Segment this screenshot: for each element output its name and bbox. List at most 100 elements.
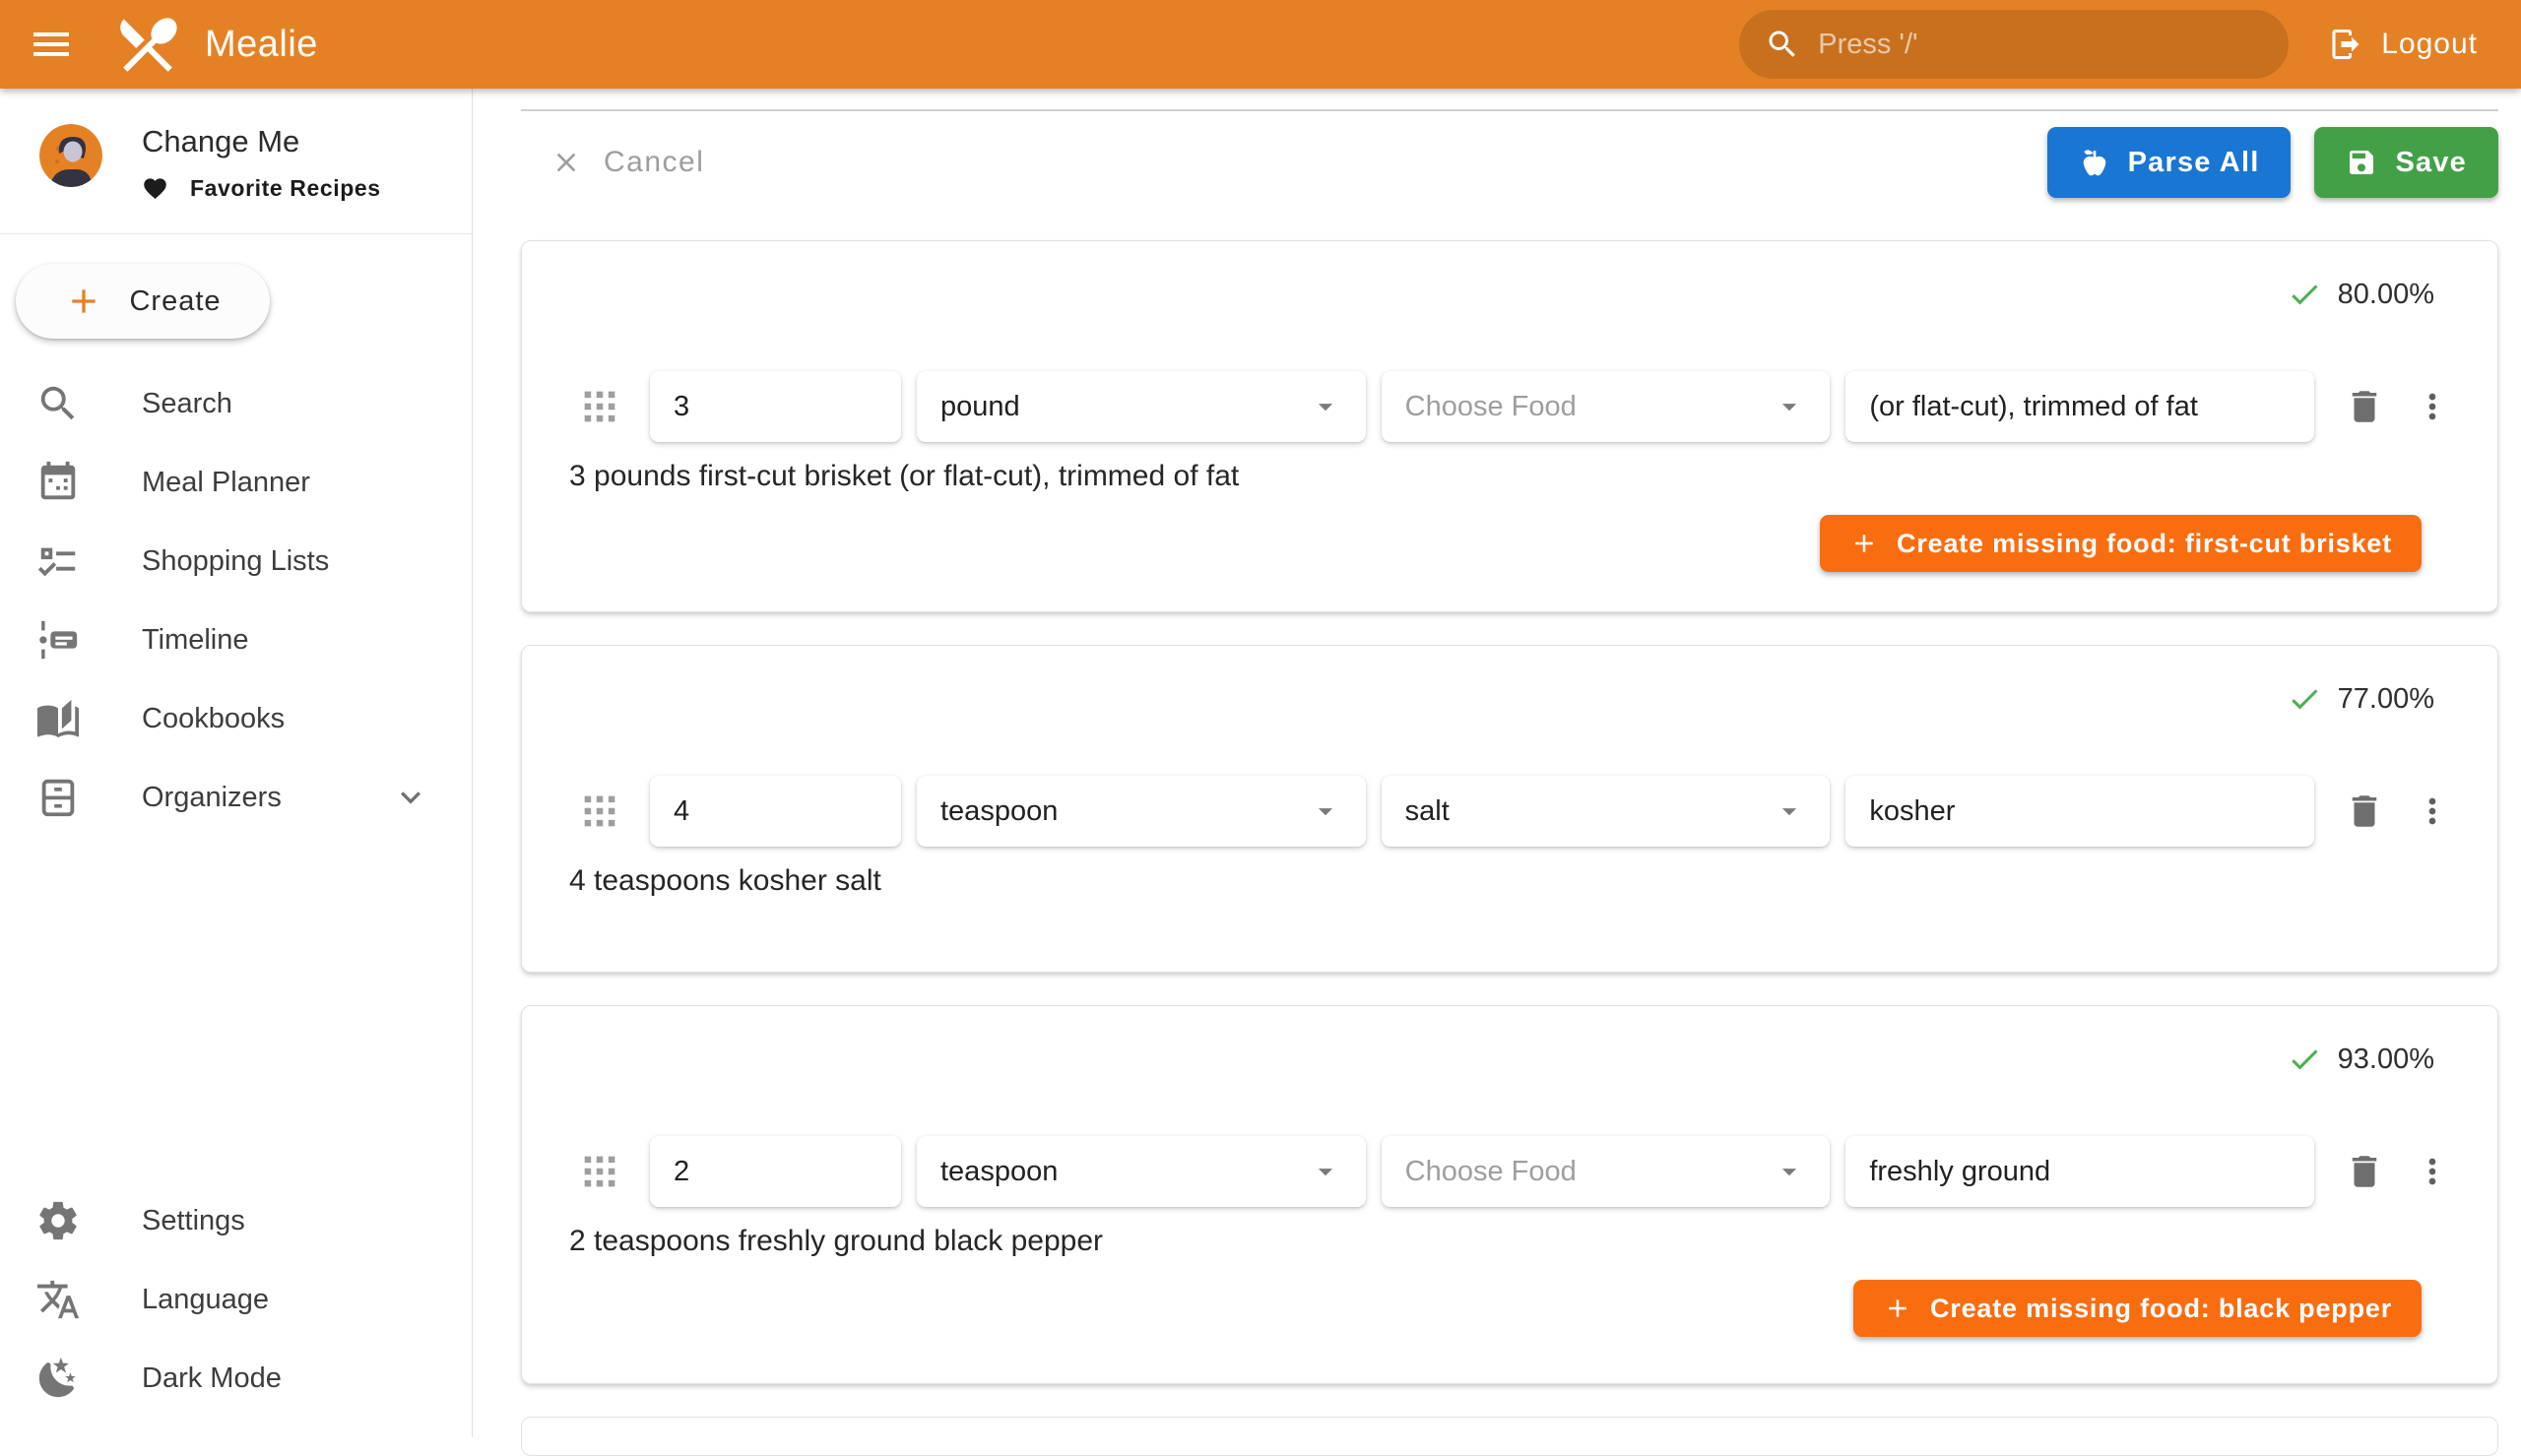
kebab-menu-icon[interactable] [2413, 791, 2452, 831]
close-icon [550, 147, 582, 178]
app-title: Mealie [205, 24, 318, 66]
menu-down-icon [1773, 390, 1806, 423]
ingredient-input-row: teaspoon salt [577, 776, 2452, 847]
quantity-input[interactable] [650, 776, 901, 847]
top-app-bar: Mealie Logout [0, 0, 2521, 89]
cancel-button[interactable]: Cancel [550, 146, 704, 179]
confidence-value: 93.00% [2338, 1044, 2434, 1076]
plus-icon [1883, 1294, 1912, 1323]
delete-icon[interactable] [2344, 791, 2385, 832]
quantity-input[interactable] [650, 371, 901, 442]
sidebar-item-meal-planner[interactable]: Meal Planner [0, 443, 472, 522]
check-icon [2287, 1042, 2322, 1077]
ingredient-list: 80.00% pound Choose Food [521, 240, 2498, 1456]
sidebar-item-cookbooks[interactable]: Cookbooks [0, 679, 472, 758]
book-open-icon [35, 696, 81, 741]
kebab-menu-icon[interactable] [2413, 387, 2452, 426]
global-search[interactable] [1739, 10, 2289, 79]
sidebar-item-label: Language [142, 1284, 269, 1316]
timeline-icon [35, 617, 81, 663]
create-missing-food-button[interactable]: Create missing food: first-cut brisket [1820, 515, 2422, 572]
unit-select[interactable]: teaspoon [917, 776, 1366, 847]
confidence-value: 77.00% [2338, 683, 2434, 716]
menu-down-icon [1773, 794, 1806, 828]
plus-icon [64, 282, 103, 321]
ingredient-input-row: teaspoon Choose Food [577, 1136, 2452, 1207]
unit-select[interactable]: teaspoon [917, 1136, 1366, 1207]
create-missing-food-label: Create missing food: first-cut brisket [1897, 529, 2392, 559]
checklist-icon [35, 538, 81, 584]
sidebar-footer: Settings Language Dark Mode [0, 1181, 472, 1437]
sidebar-item-shopping-lists[interactable]: Shopping Lists [0, 522, 472, 601]
logout-button[interactable]: Logout [2328, 27, 2478, 62]
sidebar-item-dark-mode[interactable]: Dark Mode [0, 1339, 472, 1418]
kebab-menu-icon[interactable] [2413, 1152, 2452, 1191]
main-content: Cancel Parse All Save 80.00% [474, 89, 2521, 1437]
save-icon [2346, 147, 2377, 178]
check-icon [2287, 681, 2322, 717]
sidebar-item-label: Shopping Lists [142, 545, 329, 578]
avatar[interactable] [39, 124, 102, 187]
food-placeholder: Choose Food [1405, 1156, 1577, 1188]
user-name: Change Me [142, 124, 381, 159]
sidebar-item-organizers[interactable]: Organizers [0, 758, 472, 837]
unit-value: teaspoon [940, 795, 1058, 828]
unit-select[interactable]: pound [917, 371, 1366, 442]
delete-icon[interactable] [2344, 1151, 2385, 1192]
drawer-icon [35, 775, 81, 820]
scrolled-card-edge [521, 109, 2498, 111]
sidebar-item-label: Settings [142, 1205, 245, 1237]
food-select[interactable]: Choose Food [1382, 371, 1831, 442]
ingredient-card: 93.00% teaspoon Choose Food [521, 1005, 2498, 1384]
confidence-indicator: 80.00% [2287, 277, 2434, 312]
profile-section: Change Me Favorite Recipes [0, 89, 472, 234]
plus-icon [1849, 529, 1879, 558]
create-button[interactable]: Create [16, 264, 270, 339]
mealie-logo-icon[interactable] [112, 9, 183, 80]
sidebar-item-language[interactable]: Language [0, 1260, 472, 1339]
sidebar-item-search[interactable]: Search [0, 364, 472, 443]
note-input[interactable] [1845, 371, 2314, 442]
menu-down-icon [1773, 1155, 1806, 1188]
sidebar-item-label: Search [142, 388, 232, 420]
confidence-indicator: 93.00% [2287, 1042, 2434, 1077]
cancel-label: Cancel [604, 146, 704, 179]
heart-icon [142, 175, 168, 202]
drag-handle-icon[interactable] [577, 1149, 622, 1194]
menu-down-icon [1309, 1155, 1342, 1188]
favorite-recipes-link[interactable]: Favorite Recipes [142, 175, 381, 202]
unit-value: teaspoon [940, 1156, 1058, 1188]
check-icon [2287, 277, 2322, 312]
ingredient-card-partial [521, 1417, 2498, 1456]
create-missing-food-button[interactable]: Create missing food: black pepper [1853, 1280, 2422, 1337]
menu-down-icon [1309, 390, 1342, 423]
food-select[interactable]: Choose Food [1382, 1136, 1831, 1207]
note-input[interactable] [1845, 776, 2314, 847]
ingredient-input-row: pound Choose Food [577, 371, 2452, 442]
original-ingredient-text: 2 teaspoons freshly ground black pepper [569, 1225, 2450, 1258]
food-select[interactable]: salt [1382, 776, 1831, 847]
drag-handle-icon[interactable] [577, 789, 622, 834]
logout-icon [2328, 27, 2363, 62]
parse-all-button[interactable]: Parse All [2047, 127, 2292, 198]
drag-handle-icon[interactable] [577, 384, 622, 429]
menu-icon[interactable] [28, 21, 75, 68]
favorites-label: Favorite Recipes [190, 175, 381, 202]
sidebar-item-settings[interactable]: Settings [0, 1181, 472, 1260]
search-icon [1765, 27, 1800, 62]
quantity-input[interactable] [650, 1136, 901, 1207]
delete-icon[interactable] [2344, 386, 2385, 427]
save-button[interactable]: Save [2314, 127, 2498, 198]
confidence-indicator: 77.00% [2287, 681, 2434, 717]
confidence-value: 80.00% [2338, 279, 2434, 311]
unit-value: pound [940, 391, 1020, 423]
search-input[interactable] [1818, 29, 2263, 61]
parse-all-label: Parse All [2128, 147, 2260, 179]
note-input[interactable] [1845, 1136, 2314, 1207]
create-label: Create [129, 285, 221, 318]
create-missing-food-label: Create missing food: black pepper [1930, 1294, 2392, 1324]
apple-icon [2079, 147, 2110, 178]
ingredient-card: 80.00% pound Choose Food [521, 240, 2498, 612]
sidebar-item-timeline[interactable]: Timeline [0, 601, 472, 679]
moon-icon [35, 1356, 81, 1401]
